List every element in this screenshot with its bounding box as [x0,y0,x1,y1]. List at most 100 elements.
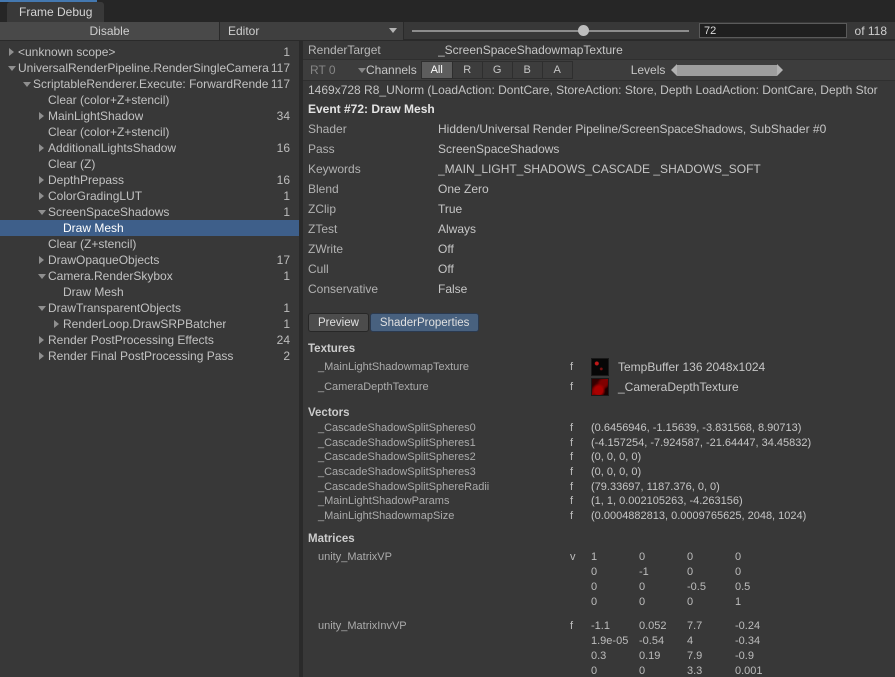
target-dropdown-value: Editor [228,24,259,38]
frame-debug-toolbar: Disable Editor of 118 [0,22,895,41]
property-row: ConservativeFalse [303,279,895,299]
vector-name: _MainLightShadowmapSize [303,510,570,522]
event-slider-track[interactable] [412,30,689,32]
tree-row-label: Draw Mesh [63,220,124,236]
tree-row-count: 2 [283,348,299,364]
vector-name: _MainLightShadowParams [303,495,570,507]
tree-row[interactable]: Camera.RenderSkybox1 [0,268,299,284]
channel-button-all[interactable]: All [422,62,452,78]
matrix-cell: -1.1 [591,619,639,634]
tree-row[interactable]: AdditionalLightsShadow16 [0,140,299,156]
expand-arrow-icon[interactable] [35,172,48,188]
expand-arrow-icon[interactable] [35,188,48,204]
collapse-arrow-icon[interactable] [35,300,48,316]
expand-arrow-icon[interactable] [50,316,63,332]
tree-row[interactable]: DepthPrepass16 [0,172,299,188]
tree-row-label: Clear (Z) [48,156,95,172]
tree-row[interactable]: UniversalRenderPipeline.RenderSingleCame… [0,60,299,76]
tree-row[interactable]: Render PostProcessing Effects24 [0,332,299,348]
tree-row-label: Camera.RenderSkybox [48,268,173,284]
expand-arrow-icon[interactable] [35,252,48,268]
levels-bar-fill[interactable] [677,65,777,76]
property-label: Pass [308,142,438,156]
property-value: ScreenSpaceShadows [438,142,559,156]
tree-row[interactable]: RenderLoop.DrawSRPBatcher 1 [0,316,299,332]
expand-arrow-icon[interactable] [35,332,48,348]
expand-arrow-icon[interactable] [35,108,48,124]
tree-row[interactable]: DrawOpaqueObjects17 [0,252,299,268]
collapse-arrow-icon[interactable] [35,204,48,220]
collapse-arrow-icon[interactable] [20,76,33,92]
vector-row: _CascadeShadowSplitSpheres2f(0, 0, 0, 0) [303,450,895,465]
vector-value: (0, 0, 0, 0) [591,451,641,463]
tree-row-count: 1 [283,316,299,332]
tree-row-label: MainLightShadow [48,108,143,124]
tree-row[interactable]: <unknown scope>1 [0,44,299,60]
property-label: Shader [308,122,438,136]
collapse-arrow-icon[interactable] [5,60,18,76]
tree-row-count: 16 [277,172,299,188]
property-value: Off [438,262,454,276]
shadowmap-thumbnail[interactable] [591,358,609,376]
expand-arrow-icon[interactable] [5,44,18,60]
matrix-cell: 0 [591,595,639,610]
tree-row[interactable]: ScriptableRenderer.Execute: ForwardRende… [0,76,299,92]
collapse-arrow-icon[interactable] [35,268,48,284]
event-number-input[interactable] [699,23,847,38]
property-row: ZClipTrue [303,199,895,219]
tab-shaderproperties[interactable]: ShaderProperties [370,313,480,332]
tree-row-count: 34 [277,108,299,124]
texture-row: _MainLightShadowmapTexturefTempBuffer 13… [303,357,895,377]
tree-row-label: ScriptableRenderer.Execute: ForwardRende [33,76,268,92]
vector-value: (79.33697, 1187.376, 0, 0) [591,481,720,493]
tree-row[interactable]: Render Final PostProcessing Pass2 [0,348,299,364]
matrix-cell: -0.5 [687,580,735,595]
event-title: Event #72: Draw Mesh [303,99,895,119]
tab-preview[interactable]: Preview [308,313,369,332]
render-target-value: _ScreenSpaceShadowmapTexture [438,43,623,57]
depth-thumbnail[interactable] [591,378,609,396]
matrix-cell: 1 [591,550,639,565]
tree-row[interactable]: Draw Mesh [0,220,299,236]
vector-row: _CascadeShadowSplitSpheres0f(0.6456946, … [303,421,895,436]
channel-button-group: AllRGBA [421,61,573,79]
matrix-cell: 1 [735,595,783,610]
tab-frame-debug[interactable]: Frame Debug [7,2,104,22]
tree-row-count: 117 [271,76,299,92]
vector-row: _MainLightShadowmapSizef(0.0004882813, 0… [303,509,895,524]
levels-range-slider[interactable] [671,64,783,77]
matrix-cell: -1 [639,565,687,580]
rt-index-dropdown[interactable]: RT 0 [310,63,366,77]
tree-row[interactable]: ScreenSpaceShadows1 [0,204,299,220]
event-slider-handle[interactable] [578,25,589,36]
disable-button[interactable]: Disable [0,21,220,40]
vectors-section: _CascadeShadowSplitSpheres0f(0.6456946, … [303,421,895,523]
tree-row-label: RenderLoop.DrawSRPBatcher [63,316,226,332]
render-target-toolbar: RT 0 Channels AllRGBA Levels [303,59,895,81]
expand-arrow-icon[interactable] [35,348,48,364]
channel-button-a[interactable]: A [542,62,572,78]
tree-row[interactable]: Clear (color+Z+stencil) [0,124,299,140]
tree-row[interactable]: Clear (Z+stencil) [0,236,299,252]
tree-row[interactable]: ColorGradingLUT1 [0,188,299,204]
tree-row[interactable]: Draw Mesh [0,284,299,300]
tree-row[interactable]: MainLightShadow 34 [0,108,299,124]
levels-max-handle[interactable] [777,64,783,76]
expand-arrow-icon[interactable] [35,140,48,156]
event-total-label: of 118 [847,24,895,38]
tree-row[interactable]: Clear (Z) [0,156,299,172]
target-dropdown[interactable]: Editor [220,21,404,40]
channel-button-r[interactable]: R [452,62,482,78]
tab-frame-debug-label: Frame Debug [19,5,92,19]
matrices-section-title: Matrices [303,532,895,547]
tree-row[interactable]: DrawTransparentObjects1 [0,300,299,316]
vector-row: _CascadeShadowSplitSphereRadiif(79.33697… [303,479,895,494]
event-properties: ShaderHidden/Universal Render Pipeline/S… [303,119,895,299]
tree-row[interactable]: Clear (color+Z+stencil) [0,92,299,108]
arrow-spacer [50,284,63,300]
channel-button-b[interactable]: B [512,62,542,78]
matrix-type: v [570,550,591,565]
event-slider[interactable] [412,21,689,40]
channel-button-g[interactable]: G [482,62,512,78]
vector-name: _CascadeShadowSplitSpheres0 [303,422,570,434]
